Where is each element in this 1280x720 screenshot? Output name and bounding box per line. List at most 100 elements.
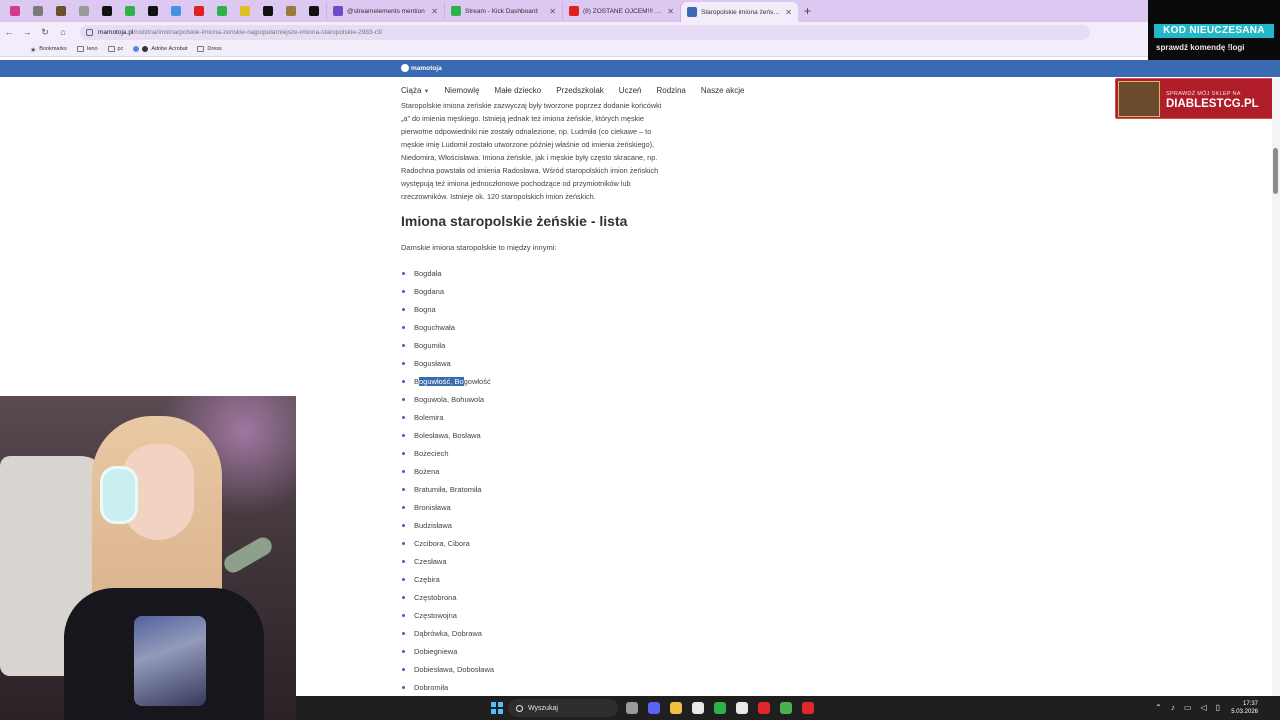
browser-tab[interactable] <box>142 3 164 19</box>
tab-favicon-icon <box>240 6 250 16</box>
scrollbar-thumb[interactable] <box>1273 148 1278 194</box>
microphone-icon[interactable]: ♪ <box>1171 703 1175 712</box>
chevron-down-icon: ▼ <box>423 89 430 95</box>
reload-icon[interactable]: ↻ <box>36 27 54 38</box>
ad-line-2: DIABLESTCG.PL <box>1166 98 1259 110</box>
site-logo[interactable]: mamotoja <box>401 64 442 72</box>
taskbar-app-icon[interactable] <box>626 702 638 714</box>
new-tab-icon[interactable]: + <box>804 4 811 18</box>
taskbar-app-icon[interactable] <box>780 702 792 714</box>
list-item: Budzisława <box>401 516 494 534</box>
name-text: Bogdana <box>414 286 445 296</box>
close-icon[interactable]: ✕ <box>667 7 674 16</box>
nav-item-male-dziecko[interactable]: Małe dziecko <box>495 86 542 95</box>
url-field[interactable]: mamotoja.pl /rodzina/imiona/polskie-imio… <box>80 24 1090 40</box>
browser-tab[interactable] <box>50 3 72 19</box>
nav-item-rodzina[interactable]: Rodzina <box>656 86 685 95</box>
list-item: Bogdała <box>401 264 494 282</box>
tab-title: Stream - Kick Dashboard <box>465 7 538 15</box>
name-text: Częstobrona <box>414 592 457 602</box>
tab-favicon-icon <box>286 6 296 16</box>
list-item: Boguwola, Bohuwola <box>401 390 494 408</box>
url-path: /rodzina/imiona/polskie-imiona-zenskie-n… <box>133 28 383 36</box>
browser-tab[interactable] <box>303 3 325 19</box>
bookmark-adobe-acrobat[interactable]: Adobe Acrobat <box>133 46 187 52</box>
bookmark-dress[interactable]: Dress <box>197 46 222 52</box>
browser-tab[interactable] <box>188 3 210 19</box>
browser-tab[interactable]: (8) ZOSTANE OJCEM!!! BEDZIE✕ <box>562 2 680 20</box>
taskbar-clock[interactable]: 17:37 5.03.2026 <box>1231 700 1258 716</box>
browser-tab[interactable]: Stream - Kick Dashboard ✕ <box>444 2 562 20</box>
taskbar-app-icon[interactable] <box>692 702 704 714</box>
bullet-icon <box>402 559 405 563</box>
bookmark-ieno[interactable]: Ieno <box>76 46 98 52</box>
browser-tab[interactable] <box>211 3 233 19</box>
nav-item-przedszkolak[interactable]: Przedszkolak <box>556 86 604 95</box>
tab-favicon-icon <box>102 6 112 16</box>
names-list: Bogdała Bogdana Bogna Boguchwała Bogumiła Bog… <box>401 264 494 696</box>
nav-item-uczen[interactable]: Uczeń <box>619 86 642 95</box>
bullet-icon <box>402 379 405 383</box>
tab-favicon-icon <box>79 6 89 16</box>
bullet-icon <box>402 469 405 473</box>
browser-tab[interactable]: Staropolskie imiona żeńskie [LIS✕ <box>680 2 798 22</box>
tab-favicon-icon <box>148 6 158 16</box>
list-item: Częstobrona <box>401 588 494 606</box>
google-icon <box>133 46 140 52</box>
close-icon[interactable]: ✕ <box>785 8 792 17</box>
browser-tab[interactable] <box>234 3 256 19</box>
browser-tab[interactable] <box>96 3 118 19</box>
bullet-icon <box>402 523 405 527</box>
list-item: Czcibora, Cibora <box>401 534 494 552</box>
bullet-icon <box>402 505 405 509</box>
bullet-icon <box>402 307 405 311</box>
taskbar-app-icon[interactable] <box>670 702 682 714</box>
close-icon[interactable]: ✕ <box>431 7 438 16</box>
list-item: Dąbrówka, Dobrawa <box>401 624 494 642</box>
name-text: Bogumiła <box>414 340 446 350</box>
browser-tab[interactable] <box>257 3 279 19</box>
volume-icon[interactable]: ◁ <box>1200 703 1206 712</box>
name-text: Boguchwała <box>414 322 455 332</box>
bullet-icon <box>402 613 405 617</box>
name-text: Dobiesława, Dobosława <box>414 664 495 674</box>
network-icon[interactable]: ▭ <box>1184 703 1192 712</box>
browser-tab[interactable] <box>73 3 95 19</box>
back-icon[interactable]: ← <box>0 27 18 37</box>
browser-tab[interactable] <box>119 3 141 19</box>
close-icon[interactable]: ✕ <box>549 7 556 16</box>
bullet-icon <box>402 361 405 365</box>
name-text: Bogdała <box>414 268 442 278</box>
paragraph-line: Niedomira, Włościsława. Imiona żeńskie, … <box>401 153 658 162</box>
nav-item-nasze-akcje[interactable]: Nasze akcje <box>701 86 745 95</box>
bookmark-bookmarks[interactable]: ★ Bookmarks <box>30 46 67 54</box>
list-item: Bogusława <box>401 354 494 372</box>
taskbar-app-icon[interactable] <box>648 702 660 714</box>
taskbar-app-icon[interactable] <box>714 702 726 714</box>
chevron-up-icon[interactable]: ⌃ <box>1155 703 1162 712</box>
name-text: Bogna <box>414 304 436 314</box>
tab-favicon-icon <box>569 6 579 16</box>
list-item: Dobromiła <box>401 678 494 696</box>
browser-tab[interactable] <box>4 3 26 19</box>
battery-icon[interactable]: ▯ <box>1216 703 1220 712</box>
browser-tab[interactable] <box>280 3 302 19</box>
site-nav: Ciąża ▼ Niemowlę Małe dziecko Przedszkola… <box>401 86 759 95</box>
nav-item-niemowle[interactable]: Niemowlę <box>444 86 479 95</box>
browser-tab[interactable] <box>165 3 187 19</box>
bullet-icon <box>402 487 405 491</box>
list-item: Bogdana <box>401 282 494 300</box>
taskbar-app-icon[interactable] <box>736 702 748 714</box>
windows-start-icon[interactable] <box>491 702 503 714</box>
browser-tab[interactable]: @streamelements mention ✕ <box>326 2 444 20</box>
forward-icon[interactable]: → <box>18 27 36 37</box>
taskbar-app-icon[interactable] <box>802 702 814 714</box>
bullet-icon <box>402 271 405 275</box>
home-icon[interactable]: ⌂ <box>54 27 72 37</box>
site-info-icon[interactable] <box>86 28 93 36</box>
browser-tab[interactable] <box>27 3 49 19</box>
bookmark-pc[interactable]: pc <box>107 46 123 52</box>
taskbar-app-icon[interactable] <box>758 702 770 714</box>
taskbar-search[interactable]: Wyszukaj <box>508 699 618 717</box>
nav-item-ciaza[interactable]: Ciąża ▼ <box>401 86 429 95</box>
